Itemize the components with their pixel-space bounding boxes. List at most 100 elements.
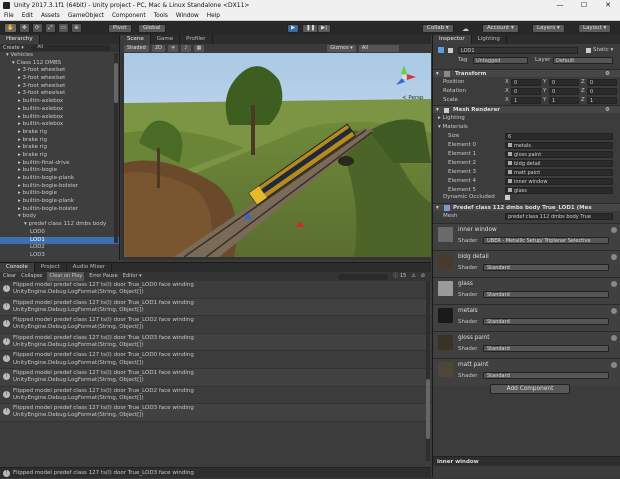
material-settings-icon[interactable] bbox=[611, 227, 617, 233]
hierarchy-item[interactable]: ▸ 3-foot wheelset bbox=[0, 67, 119, 75]
material-card[interactable]: metals Shader Standard bbox=[433, 304, 620, 332]
material-settings-icon[interactable] bbox=[611, 308, 617, 314]
shader-dropdown[interactable]: Standard bbox=[483, 372, 609, 379]
cloud-icon[interactable]: ☁ bbox=[462, 25, 469, 33]
layer-dropdown[interactable]: Default bbox=[553, 56, 613, 64]
hierarchy-item[interactable]: ▾ Vehicles bbox=[0, 52, 119, 60]
mesh-field[interactable]: predef class 112 dmbs body True_ bbox=[505, 212, 613, 220]
lighting-foldout[interactable]: ▸ Lighting bbox=[438, 114, 465, 122]
transform-y-field[interactable]: 0 bbox=[549, 78, 579, 86]
layout-dropdown[interactable]: Layout ▾ bbox=[578, 24, 612, 33]
clear-button[interactable]: Clear bbox=[3, 272, 16, 281]
lighting-toggle-icon[interactable]: ☀ bbox=[167, 45, 179, 52]
log-entry[interactable]: ! Flipped model predef class 127 ts(l) do… bbox=[0, 387, 431, 405]
transform-y-field[interactable]: 1 bbox=[549, 96, 579, 104]
hierarchy-item[interactable]: LOD3 bbox=[0, 252, 119, 260]
transform-z-field[interactable]: 1 bbox=[587, 96, 617, 104]
material-settings-icon[interactable] bbox=[611, 281, 617, 287]
editor-dropdown[interactable]: Editor ▾ bbox=[123, 272, 142, 281]
log-entry[interactable]: ! Flipped model predef class 127 ts(l) do… bbox=[0, 281, 431, 299]
tab-game[interactable]: Game bbox=[151, 35, 181, 44]
transform-tool-icon[interactable]: ⊕ bbox=[71, 23, 83, 33]
rect-tool-icon[interactable]: ▭ bbox=[57, 23, 70, 33]
hierarchy-item[interactable]: ▸ brake rig bbox=[0, 129, 119, 137]
move-tool-icon[interactable]: ✥ bbox=[18, 23, 30, 33]
console-status-bar[interactable]: ! Flipped model predef class 127 ts(l) d… bbox=[0, 467, 431, 478]
material-element-field[interactable]: inner window bbox=[505, 177, 613, 185]
materials-foldout[interactable]: ▾ Materials bbox=[438, 123, 468, 131]
hand-tool-icon[interactable]: ✋ bbox=[4, 23, 17, 33]
log-entry[interactable]: ! Flipped model predef class 127 ts(l) do… bbox=[0, 333, 431, 352]
log-entry[interactable]: ! Flipped model predef class 127 ts(l) do… bbox=[0, 316, 431, 334]
hierarchy-item[interactable]: ▸ brake rig bbox=[0, 137, 119, 145]
material-card[interactable]: matt paint Shader Standard bbox=[433, 358, 620, 386]
material-card[interactable]: gloss paint Shader Standard bbox=[433, 331, 620, 359]
menu-edit[interactable]: Edit bbox=[22, 11, 33, 20]
hierarchy-item[interactable]: ▸ 3-foot wheelset bbox=[0, 90, 119, 98]
hierarchy-item[interactable]: ▾ Class 112 DMBS bbox=[0, 60, 119, 68]
hierarchy-item[interactable]: LOD0 bbox=[0, 229, 119, 237]
pivot-toggle[interactable]: Pivot bbox=[108, 24, 132, 33]
material-card[interactable]: inner window Shader UBER - Metallic Setup/… bbox=[433, 223, 620, 251]
hierarchy-item[interactable]: ▸ brake rig bbox=[0, 152, 119, 160]
hierarchy-item[interactable]: ▸ 3-foot wheelset bbox=[0, 75, 119, 83]
transform-x-field[interactable]: 0 bbox=[511, 78, 541, 86]
info-count-icon[interactable]: ⓘ 15 bbox=[393, 272, 406, 281]
hierarchy-scrollbar[interactable] bbox=[114, 53, 118, 243]
static-checkbox[interactable] bbox=[586, 47, 591, 53]
log-entry[interactable]: ! Flipped model predef class 127 ts(l) do… bbox=[0, 351, 431, 369]
material-element-field[interactable]: matt paint bbox=[505, 168, 613, 176]
hierarchy-item[interactable]: ▸ builtin-bogie-plank bbox=[0, 175, 119, 183]
global-toggle[interactable]: Global bbox=[138, 24, 166, 33]
effects-toggle-icon[interactable]: ▦ bbox=[193, 45, 205, 52]
scale-tool-icon[interactable]: ⤢ bbox=[44, 23, 56, 33]
collapse-button[interactable]: Collapse bbox=[21, 272, 42, 281]
close-button[interactable]: ✕ bbox=[596, 0, 620, 11]
tab-scene[interactable]: Scene bbox=[121, 35, 151, 44]
tab-project[interactable]: Project bbox=[35, 263, 67, 272]
hierarchy-item[interactable]: ▸ builtin-axlebox bbox=[0, 98, 119, 106]
log-entry[interactable]: ! Flipped model predef class 127 ts(l) do… bbox=[0, 404, 431, 422]
log-entry[interactable]: ! Flipped model predef class 127 ts(l) do… bbox=[0, 368, 431, 387]
material-card[interactable]: bldg detail Shader Standard bbox=[433, 250, 620, 278]
tab-inspector[interactable]: Inspector bbox=[433, 35, 472, 44]
tab-hierarchy[interactable]: Hierarchy bbox=[0, 35, 40, 44]
gizmos-dropdown[interactable]: Gizmos ▾ bbox=[327, 45, 356, 52]
material-card[interactable]: glass Shader Standard bbox=[433, 277, 620, 305]
hierarchy-item[interactable]: LOD1 bbox=[0, 236, 119, 245]
error-count-icon[interactable]: ⊘ bbox=[421, 272, 425, 281]
expand-arrow-icon[interactable]: ▾ bbox=[436, 70, 439, 78]
menu-file[interactable]: File bbox=[4, 11, 14, 20]
material-element-field[interactable]: metals bbox=[505, 141, 613, 149]
maximize-button[interactable]: ☐ bbox=[572, 0, 596, 11]
hierarchy-item[interactable]: ▸ builtin-bogie-bolster bbox=[0, 206, 119, 214]
preview-bar-title[interactable]: inner window bbox=[433, 456, 620, 466]
hierarchy-item[interactable]: ▸ builtin-axlebox bbox=[0, 121, 119, 129]
material-settings-icon[interactable] bbox=[611, 335, 617, 341]
account-dropdown[interactable]: Account ▾ bbox=[482, 24, 519, 33]
tab-audio-mixer[interactable]: Audio Mixer bbox=[67, 263, 113, 272]
shader-dropdown[interactable]: Standard bbox=[483, 291, 609, 298]
create-button[interactable]: Create ▾ bbox=[3, 45, 24, 51]
menu-assets[interactable]: Assets bbox=[41, 11, 60, 20]
hierarchy-item[interactable]: ▸ builtin-axlebox bbox=[0, 106, 119, 114]
menu-help[interactable]: Help bbox=[207, 11, 220, 20]
transform-z-field[interactable]: 0 bbox=[587, 78, 617, 86]
rotate-tool-icon[interactable]: ⟳ bbox=[31, 23, 43, 33]
static-dropdown[interactable]: Static ▾ bbox=[593, 46, 613, 54]
tab-lighting[interactable]: Lighting bbox=[472, 35, 507, 44]
hierarchy-item[interactable]: ▸ brake rig bbox=[0, 144, 119, 152]
transform-z-field[interactable]: 0 bbox=[587, 87, 617, 95]
hierarchy-item[interactable]: ▸ builtin-final-drive bbox=[0, 160, 119, 168]
dynamic-occluded-checkbox[interactable] bbox=[505, 194, 510, 200]
step-button[interactable]: ▶| bbox=[317, 24, 332, 33]
add-component-button[interactable]: Add Component bbox=[490, 384, 570, 394]
active-checkbox[interactable] bbox=[448, 47, 453, 53]
layers-dropdown[interactable]: Layers ▾ bbox=[532, 24, 565, 33]
shader-dropdown[interactable]: Standard bbox=[483, 345, 609, 352]
warning-count-icon[interactable]: ⚠ bbox=[411, 272, 415, 281]
hierarchy-item[interactable]: ▾ body bbox=[0, 213, 119, 221]
mesh-renderer-settings-icon[interactable]: ⚙ bbox=[605, 106, 610, 114]
mesh-renderer-checkbox[interactable] bbox=[444, 107, 449, 113]
object-name-field[interactable]: LOD1 bbox=[458, 46, 578, 54]
